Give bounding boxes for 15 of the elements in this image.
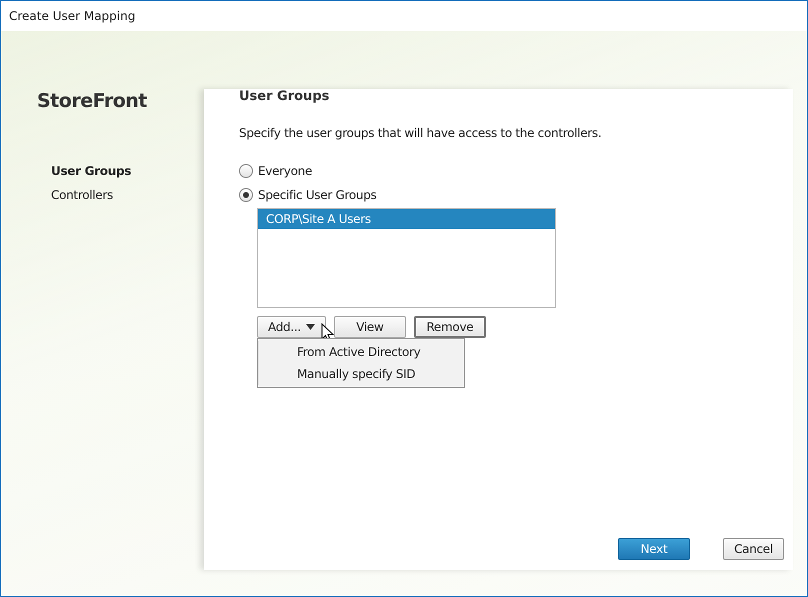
window-title: Create User Mapping	[9, 9, 136, 23]
product-title: StoreFront	[37, 90, 148, 112]
dropdown-button[interactable]: Add...	[257, 316, 326, 338]
action-button[interactable]: Remove	[414, 316, 486, 338]
radio-option[interactable]: Specific User Groups	[239, 188, 376, 202]
step-item[interactable]: User Groups	[1, 159, 204, 183]
next-button[interactable]: Next	[618, 538, 690, 560]
list-item[interactable]: CORP\Site A Users	[258, 209, 555, 229]
step-item[interactable]: Controllers	[1, 183, 204, 207]
caret-icon	[306, 324, 315, 330]
radio-option[interactable]: Everyone	[239, 164, 312, 178]
section-heading: User Groups	[239, 89, 330, 103]
action-button[interactable]: View	[334, 316, 406, 338]
cancel-button[interactable]: Cancel	[723, 538, 784, 560]
description-text: Specify the user groups that will have access to the controllers.	[239, 126, 602, 140]
